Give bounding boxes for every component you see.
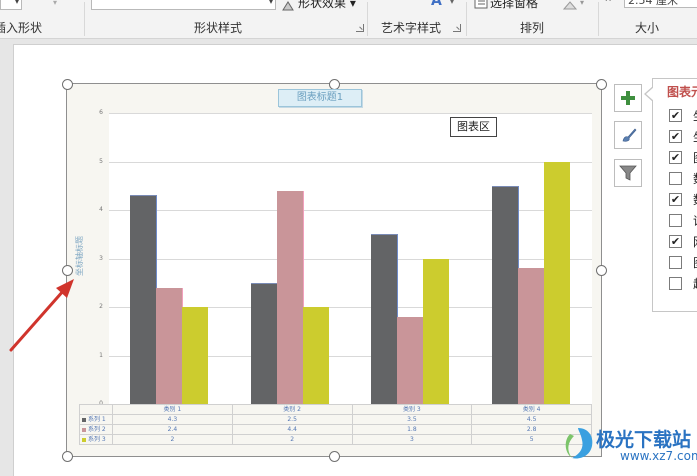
data-table-cell: 4.5: [471, 414, 592, 425]
chart-styles-button[interactable]: [614, 121, 642, 149]
chart-element-checkbox[interactable]: ✔: [669, 193, 682, 206]
chart-element-label: 图: [693, 254, 697, 271]
chart-elements-panel: 图表元素 ✔坐✔坐✔图数✔数误✔网图趋: [652, 78, 697, 312]
data-table-corner: [79, 404, 113, 415]
chart-title[interactable]: 图表标题1: [278, 89, 362, 107]
chart-area-tooltip: 图表区: [450, 117, 497, 137]
bar-series-3-cat-4[interactable]: [544, 161, 571, 404]
brush-icon: [622, 128, 637, 142]
plus-icon: [621, 91, 635, 105]
chart-element-label: 误: [693, 212, 697, 229]
legend-swatch: [82, 417, 86, 422]
watermark-text: 极光下载站: [596, 429, 692, 451]
data-table-header-row: 类别 1 类别 2 类别 3 类别 4: [79, 404, 592, 415]
data-table-cell: 3.5: [351, 414, 473, 425]
series-legend-key: 系列 1: [79, 414, 113, 425]
data-table-row: 系列 1 4.3 2.5 3.5 4.5: [79, 414, 592, 425]
data-table-row: 系列 2 2.4 4.4 1.8 2.8: [79, 424, 592, 435]
chart-element-label: 数: [693, 191, 697, 208]
data-table-cell: 2.4: [112, 424, 233, 435]
bar-series-3-cat-2[interactable]: [302, 307, 329, 404]
chart-element-checkbox[interactable]: [669, 256, 682, 269]
chart-element-checkbox[interactable]: ✔: [669, 109, 682, 122]
data-table-cell: 4.4: [231, 424, 353, 435]
chart-element-checkbox[interactable]: ✔: [669, 151, 682, 164]
bar-series-1-cat-3[interactable]: [371, 234, 399, 405]
bar-series-1-cat-2[interactable]: [250, 282, 278, 405]
data-table-row: 系列 32235: [79, 434, 592, 445]
bar-series-3-cat-1[interactable]: [181, 307, 208, 404]
chart-element-checkbox[interactable]: [669, 172, 682, 185]
data-table-cell: 3: [351, 434, 473, 445]
chart-element-checkbox[interactable]: ✔: [669, 130, 682, 143]
chart-element-checkbox[interactable]: [669, 214, 682, 227]
filter-icon: [619, 165, 637, 181]
chart-element-label: 坐: [693, 128, 697, 145]
bar-series-2-cat-3[interactable]: [397, 316, 425, 404]
chart-data-table[interactable]: 类别 1 类别 2 类别 3 类别 4 系列 1 4.3 2.5 3.5 4.5 系列 2 2.4 4…: [79, 404, 592, 445]
category-label: 类别 4: [471, 404, 592, 415]
red-arrow-annotation: [9, 279, 74, 352]
bar-series-1-cat-1[interactable]: [129, 195, 157, 405]
data-table-cell: 2: [112, 434, 233, 445]
category-label: 类别 3: [351, 404, 473, 415]
bar-series-2-cat-4[interactable]: [518, 268, 546, 404]
chart-element-label: 坐: [693, 107, 697, 124]
data-table-cell: 2.5: [231, 414, 353, 425]
bar-series-3-cat-3[interactable]: [423, 258, 450, 404]
legend-swatch: [82, 427, 86, 432]
chart-elements-panel-title: 图表元素: [667, 85, 697, 99]
chart-element-checkbox[interactable]: [669, 277, 682, 290]
watermark-url: www.xz7.com: [620, 449, 697, 463]
bar-series-2-cat-1[interactable]: [155, 287, 183, 404]
chart-element-label: 趋: [693, 275, 697, 292]
data-table-cell: 1.8: [351, 424, 473, 435]
category-label: 类别 1: [112, 404, 233, 415]
chart-elements-button[interactable]: [614, 84, 642, 112]
chart-element-label: 网: [693, 233, 697, 250]
watermark-logo: [565, 428, 593, 459]
bar-series-1-cat-4[interactable]: [492, 185, 520, 405]
chart-element-label: 图: [693, 149, 697, 166]
category-label: 类别 2: [231, 404, 353, 415]
chart-filters-button[interactable]: [614, 159, 642, 187]
data-table-cell: 4.3: [112, 414, 233, 425]
chart-element-checkbox[interactable]: ✔: [669, 235, 682, 248]
panel-pointer-inner: [646, 87, 654, 101]
legend-swatch: [82, 437, 86, 442]
bar-series-2-cat-2[interactable]: [276, 190, 304, 404]
chart-element-label: 数: [693, 170, 697, 187]
data-table-cell: 2: [231, 434, 353, 445]
series-legend-key: 系列 2: [79, 424, 113, 435]
series-legend-key: 系列 3: [79, 434, 113, 445]
